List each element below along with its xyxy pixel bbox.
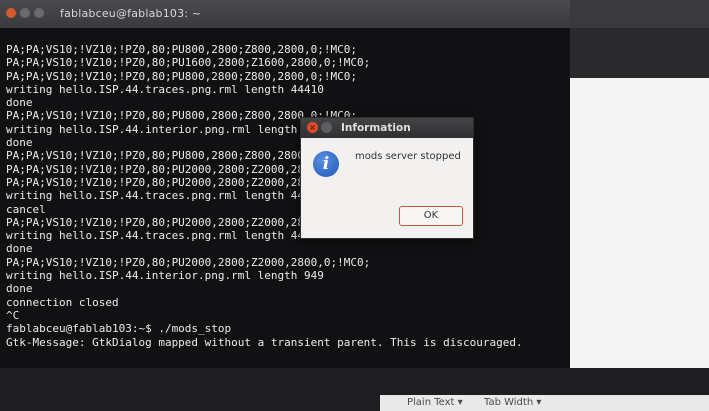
terminal-line: writing hello.ISP.44.interior.png.rml le… xyxy=(6,269,324,283)
terminal-output[interactable]: PA;PA;VS10;!VZ10;!PZ0,80;PU800,2800;Z800… xyxy=(0,28,570,368)
terminal-line: PA;PA;VS10;!VZ10;!PZ0,80;PU2000,2800;Z20… xyxy=(6,255,371,269)
information-dialog: × Information i mods server stopped OK xyxy=(300,117,474,239)
dialog-minimize-button[interactable] xyxy=(321,122,332,133)
terminal-line: ^C xyxy=(6,308,20,322)
terminal-line: done xyxy=(6,136,33,150)
terminal-line: cancel xyxy=(6,202,46,216)
terminal-line: writing hello.ISP.44.traces.png.rml leng… xyxy=(6,229,324,243)
maximize-window-button[interactable] xyxy=(34,8,44,18)
terminal-line: PA;PA;VS10;!VZ10;!PZ0,80;PU1600,2800;Z16… xyxy=(6,56,371,70)
editor-statusbar: Plain Text ▾ Tab Width ▾ xyxy=(380,395,709,411)
close-window-button[interactable] xyxy=(6,8,16,18)
terminal-line: PA;PA;VS10;!VZ10;!PZ0,80;PU2000,2800;Z20… xyxy=(6,175,371,189)
tab-width-selector[interactable]: Tab Width ▾ xyxy=(484,397,541,408)
dialog-message: mods server stopped xyxy=(355,151,461,162)
terminal-line: PA;PA;VS10;!VZ10;!PZ0,80;PU800,2800;Z800… xyxy=(6,69,357,83)
terminal-titlebar: fablabceu@fablab103: ~ xyxy=(0,0,570,28)
info-icon: i xyxy=(313,151,339,177)
terminal-line: writing hello.ISP.44.interior.png.rml le… xyxy=(6,122,324,136)
terminal-title: fablabceu@fablab103: ~ xyxy=(60,7,202,20)
terminal-line: PA;PA;VS10;!VZ10;!PZ0,80;PU2000,2800;Z20… xyxy=(6,162,371,176)
terminal-line: PA;PA;VS10;!VZ10;!PZ0,80;PU800,2800;Z800… xyxy=(6,109,357,123)
ok-button[interactable]: OK xyxy=(399,206,463,226)
terminal-line: connection closed xyxy=(6,295,119,309)
terminal-line: Gtk-Message: GtkDialog mapped without a … xyxy=(6,335,523,349)
terminal-line: PA;PA;VS10;!VZ10;!PZ0,80;PU800,2800;Z800… xyxy=(6,149,357,163)
terminal-line: PA;PA;VS10;!VZ10;!PZ0,80;PU2000,2800;Z20… xyxy=(6,215,371,229)
terminal-line: fablabceu@fablab103:~$ ./mods_stop xyxy=(6,322,232,336)
terminal-line: PA;PA;VS10;!VZ10;!PZ0,80;PU800,2800;Z800… xyxy=(6,43,357,56)
terminal-line: done xyxy=(6,242,33,256)
dialog-title: Information xyxy=(341,122,411,134)
dialog-close-button[interactable]: × xyxy=(307,122,318,133)
window-controls xyxy=(6,8,44,18)
terminal-line: done xyxy=(6,282,33,296)
terminal-line: done xyxy=(6,96,33,110)
minimize-window-button[interactable] xyxy=(20,8,30,18)
terminal-line: writing hello.ISP.44.traces.png.rml leng… xyxy=(6,189,324,203)
terminal-line: writing hello.ISP.44.traces.png.rml leng… xyxy=(6,82,324,96)
dialog-titlebar: × Information xyxy=(301,118,473,138)
language-mode-selector[interactable]: Plain Text ▾ xyxy=(407,397,463,408)
